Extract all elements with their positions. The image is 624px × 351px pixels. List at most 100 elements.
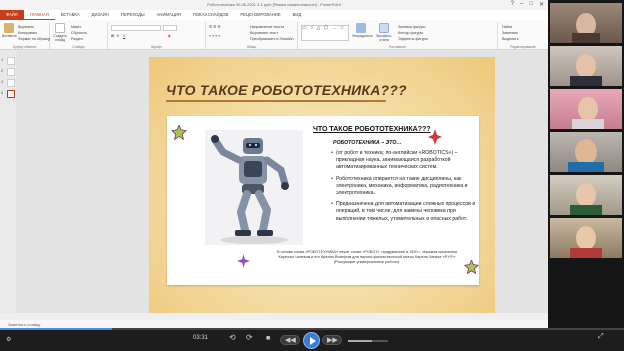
tab-insert[interactable]: ВСТАВКА: [55, 10, 86, 20]
font-color-button[interactable]: A: [168, 34, 171, 38]
rewind-button[interactable]: ◀◀: [280, 335, 300, 345]
italic-button[interactable]: К: [117, 34, 119, 38]
play-button[interactable]: [303, 332, 320, 349]
video-player-controls: ⚙ 03:31 ⟲ ⟳ ■ ◀◀ ▶▶ ⤢: [0, 330, 624, 351]
bullets-button[interactable]: ☰ ☰ ☰: [209, 25, 221, 29]
participant-avatar-icon: [570, 183, 602, 215]
align-buttons[interactable]: ≡ ≡ ≡ ≡: [209, 34, 220, 38]
volume-fill: [348, 340, 372, 342]
thumbnail-4[interactable]: 4: [1, 90, 15, 99]
shape-fill-button[interactable]: Заливка фигуры: [398, 25, 425, 29]
font-name-field[interactable]: [111, 25, 161, 31]
group-slides: Создать слайд Макет Сбросить Раздел Слай…: [50, 22, 108, 49]
tab-animations[interactable]: АНИМАЦИЯ: [151, 10, 187, 20]
powerpoint-window: Робототехника 30.06.2021 3-1.pptx [Режим…: [0, 0, 548, 320]
status-bar: [0, 313, 548, 320]
group-editing-label: Редактирование: [510, 45, 536, 49]
maximize-icon[interactable]: □: [529, 1, 533, 8]
slide[interactable]: ЧТО ТАКОЕ РОБОТОТЕХНИКА??? ЧТО ТАКОЕ РОБ…: [149, 57, 495, 316]
settings-icon[interactable]: ⚙: [6, 336, 11, 343]
fullscreen-icon[interactable]: ⤢: [598, 333, 604, 341]
layout-button[interactable]: Макет: [71, 25, 81, 29]
close-icon[interactable]: ✕: [539, 1, 544, 8]
reset-button[interactable]: Сбросить: [71, 31, 87, 35]
participant-video-5[interactable]: [550, 175, 622, 215]
tab-transitions[interactable]: ПЕРЕХОДЫ: [115, 10, 151, 20]
group-font-label: Шрифт: [150, 45, 163, 49]
skip-icon[interactable]: ⟳: [246, 333, 253, 342]
thumbnail-3[interactable]: 3: [1, 79, 15, 88]
new-slide-button[interactable]: Создать слайд: [52, 23, 68, 43]
text-direction-button[interactable]: Направление текста: [250, 25, 284, 29]
thumbnail-1[interactable]: 1: [1, 57, 15, 66]
find-button[interactable]: Найти: [502, 25, 512, 29]
section-button[interactable]: Раздел: [71, 37, 83, 41]
bullet-item: Предназначена для автоматизации сложных …: [331, 201, 476, 223]
cut-button[interactable]: Вырезать: [18, 25, 34, 29]
tab-file[interactable]: ФАЙЛ: [0, 10, 24, 20]
copy-button[interactable]: Копировать: [18, 31, 37, 35]
new-slide-icon: [55, 23, 65, 33]
slide-title[interactable]: ЧТО ТАКОЕ РОБОТОТЕХНИКА???: [166, 82, 407, 98]
underline-button[interactable]: Ч: [123, 34, 125, 38]
thumbnail-number: 3: [1, 79, 4, 84]
font-size-field[interactable]: [163, 25, 177, 31]
arrange-button[interactable]: Упорядочить: [352, 23, 373, 43]
align-text-button[interactable]: Выровнять текст: [250, 31, 278, 35]
thumbnail-2[interactable]: 2: [1, 68, 15, 77]
select-button[interactable]: Выделить: [502, 37, 519, 41]
robot-figure: [211, 135, 289, 244]
shapes-gallery[interactable]: ▭ ○ △ ⬡ → ☆: [301, 25, 349, 41]
replay-icon[interactable]: ⟲: [229, 333, 236, 342]
robot-image[interactable]: [205, 130, 303, 245]
paste-icon: [4, 23, 14, 33]
smartart-button[interactable]: Преобразовать в SmartArt: [250, 37, 294, 41]
participant-video-1[interactable]: [550, 3, 622, 43]
card-title: ЧТО ТАКОЕ РОБОТОТЕХНИКА???: [313, 126, 431, 133]
shape-effects-button[interactable]: Эффекты фигуры: [398, 37, 428, 41]
notes-pane[interactable]: Заметки к слайду: [0, 320, 548, 328]
shape-outline-button[interactable]: Контур фигуры: [398, 31, 423, 35]
quick-styles-button[interactable]: Экспресс-стили: [374, 23, 394, 43]
bullet-list: (от робот и техника; по-английски «ROBOT…: [331, 150, 476, 227]
participant-avatar-icon: [572, 97, 604, 129]
tab-view[interactable]: ВИД: [287, 10, 308, 20]
quick-styles-icon: [379, 23, 389, 33]
tab-home[interactable]: ГЛАВНАЯ: [23, 10, 55, 20]
footnote-text: В основе слова «РОБОТЕХНИКА» лежит слово…: [277, 250, 457, 264]
help-icon[interactable]: ?: [511, 1, 514, 8]
playback-time: 03:31: [193, 335, 209, 341]
fast-forward-button[interactable]: ▶▶: [322, 335, 342, 345]
group-paragraph: ☰ ☰ ☰ ≡ ≡ ≡ ≡ Направление текста Выровня…: [206, 22, 298, 49]
arrange-label: Упорядочить: [352, 34, 373, 38]
minimize-icon[interactable]: –: [520, 1, 523, 8]
notes-label: Заметки к слайду: [8, 321, 41, 327]
format-painter-button[interactable]: Формат по образцу: [18, 37, 50, 41]
star-decoration-icon: [464, 260, 479, 275]
paste-button[interactable]: Вставить: [2, 23, 17, 43]
four-point-star-icon: [428, 129, 442, 145]
thumbnail-number: 4: [1, 90, 4, 95]
stop-icon[interactable]: ■: [266, 335, 270, 342]
paste-label: Вставить: [2, 34, 17, 38]
volume-slider[interactable]: [348, 340, 388, 342]
tab-slideshow[interactable]: ПОКАЗ СЛАЙДОВ: [187, 10, 234, 20]
thumbnail-number: 2: [1, 68, 4, 73]
tab-design[interactable]: ДИЗАЙН: [86, 10, 115, 20]
slide-editor: ЧТО ТАКОЕ РОБОТОТЕХНИКА??? ЧТО ТАКОЕ РОБ…: [16, 51, 548, 316]
group-editing: Найти Заменить Выделить Редактирование: [498, 22, 548, 49]
participant-video-3[interactable]: [550, 89, 622, 129]
replace-button[interactable]: Заменить: [502, 31, 518, 35]
participant-video-4[interactable]: [550, 132, 622, 172]
fast-forward-icon: ▶▶: [327, 337, 338, 344]
group-drawing: ▭ ○ △ ⬡ → ☆ Упорядочить Экспресс-стили З…: [298, 22, 498, 49]
tab-review[interactable]: РЕЦЕНЗИРОВАНИЕ: [234, 10, 286, 20]
participant-avatar-icon: [570, 226, 602, 258]
bold-button[interactable]: Ж: [111, 34, 114, 38]
participant-video-column: [548, 0, 624, 328]
participant-video-2[interactable]: [550, 46, 622, 86]
arrange-icon: [356, 23, 366, 33]
participant-video-6[interactable]: [550, 218, 622, 258]
title-bar: Робототехника 30.06.2021 3-1.pptx [Режим…: [0, 0, 548, 10]
group-font: Ж К Ч A Шрифт: [108, 22, 206, 49]
